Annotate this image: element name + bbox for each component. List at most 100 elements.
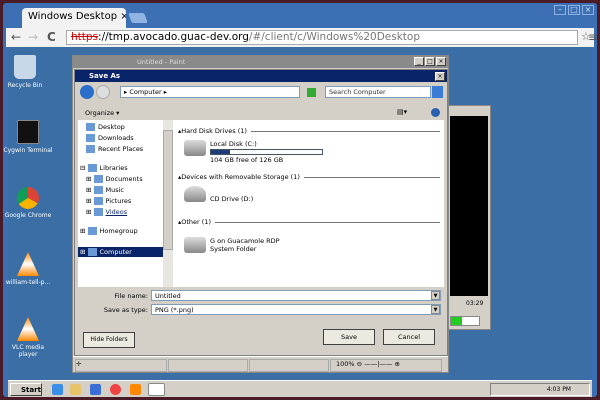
help-icon[interactable] — [431, 108, 440, 117]
back-icon[interactable] — [80, 85, 94, 99]
new-tab-button[interactable] — [128, 13, 148, 23]
sidebar-item-label: Homegroup — [99, 227, 138, 235]
sidebar-item-desktop[interactable]: Desktop — [86, 123, 125, 131]
menu-icon[interactable]: ≡ — [588, 30, 598, 44]
paint-status-bar: ✛ 100% ⊖ ——|—— ⊕ — [73, 356, 448, 373]
browser-toolbar: ← → C https://tmp.avocado.guac-dev.org/#… — [6, 28, 594, 47]
forward-icon[interactable] — [96, 85, 110, 99]
organize-button[interactable]: Organize ▾ — [85, 109, 119, 117]
folder-icon — [87, 248, 97, 256]
view-icon[interactable]: ▤▾ — [397, 108, 407, 116]
group-header[interactable]: ▴ Hard Disk Drives (1) — [178, 127, 440, 135]
sidebar-item-homegroup[interactable]: ⊞ Homegroup — [80, 227, 138, 235]
system-tray: 4:03 PM — [490, 383, 590, 396]
url-host: ://tmp.avocado.guac-dev.org — [98, 31, 249, 43]
zoom-level: 100% — [336, 360, 355, 368]
icon-label: Recycle Bin — [7, 82, 43, 89]
clock[interactable]: 4:03 PM — [547, 386, 571, 393]
back-button[interactable]: ← — [11, 30, 21, 44]
zoom-out-icon[interactable]: ⊖ — [357, 360, 362, 368]
search-placeholder: Search Computer — [329, 88, 386, 96]
tab-title: Windows Desktop — [28, 11, 118, 22]
minimize-button[interactable]: – — [554, 5, 566, 15]
maximize-button[interactable]: □ — [568, 5, 580, 15]
zoom-control: 100% ⊖ ——|—— ⊕ — [330, 359, 442, 372]
sidebar-item-downloads[interactable]: Downloads — [86, 134, 134, 142]
sidebar-item-label: Music — [105, 186, 125, 194]
paint-task-button[interactable] — [148, 383, 165, 396]
cancel-label: Cancel — [397, 333, 421, 341]
tab-close-icon[interactable]: × — [120, 11, 126, 22]
save-button[interactable]: Save — [323, 329, 375, 345]
forward-button[interactable]: → — [28, 30, 38, 44]
desktop-icon-vlc[interactable]: VLC media player — [3, 317, 53, 358]
window-controls: – □ × — [552, 5, 594, 15]
image-size — [249, 359, 329, 372]
media-player-icon[interactable] — [90, 384, 101, 395]
volume-bar[interactable] — [450, 316, 480, 326]
desktop-icon-recycle-bin[interactable]: Recycle Bin — [0, 55, 50, 89]
reload-button[interactable]: C — [47, 30, 56, 44]
start-button[interactable]: Start — [10, 383, 42, 396]
list-item-cd-drive[interactable]: CD Drive (D:) — [210, 195, 253, 203]
desktop-icon-william-tell[interactable]: william-tell-p... — [3, 252, 53, 286]
sidebar-item-label: Videos — [105, 208, 128, 216]
hard-disk-icon — [184, 140, 206, 156]
sidebar-item-pictures[interactable]: ⊞ Pictures — [86, 197, 131, 205]
refresh-icon[interactable] — [307, 88, 316, 97]
folder-icon — [87, 227, 97, 235]
desktop-icon-chrome[interactable]: Google Chrome — [3, 187, 53, 219]
paint-maximize[interactable]: □ — [425, 57, 435, 66]
tab-windows-desktop[interactable]: Windows Desktop × — [22, 8, 126, 28]
close-button[interactable]: × — [582, 5, 594, 15]
nav-scrollbar[interactable] — [163, 120, 173, 287]
file-name-input[interactable]: Untitled — [151, 290, 441, 301]
file-name-dropdown-icon[interactable]: ▼ — [431, 291, 440, 300]
zoom-slider[interactable]: ——|—— — [364, 360, 392, 368]
folder-icon — [93, 208, 103, 216]
sidebar-item-computer[interactable]: ⊞ Computer — [78, 247, 163, 257]
sidebar-item-documents[interactable]: ⊞ Documents — [86, 175, 143, 183]
media-time: 03:29 — [466, 300, 484, 307]
sidebar-item-videos[interactable]: ⊞ Videos — [86, 208, 127, 216]
list-item-local-disk[interactable]: Local Disk (C:) 104 GB free of 126 GB — [210, 140, 323, 164]
url-path: /#/client/c/Windows%20Desktop — [248, 31, 420, 43]
sidebar-item-libraries[interactable]: ⊟ Libraries — [80, 164, 128, 172]
group-header-text: Devices with Removable Storage (1) — [181, 173, 300, 181]
expand-icon[interactable]: ⊞ — [86, 197, 94, 205]
expand-icon[interactable]: ⊞ — [80, 248, 88, 256]
sidebar-item-recent places[interactable]: Recent Places — [86, 145, 143, 153]
breadcrumb[interactable]: ▸ Computer ▸ — [120, 86, 300, 98]
vlc-icon[interactable] — [130, 384, 141, 395]
hide-folders-button[interactable]: Hide Folders — [83, 332, 135, 348]
list-item-network-drive[interactable]: G on Guacamole RDP System Folder — [210, 237, 280, 253]
expand-icon[interactable]: ⊞ — [80, 227, 88, 235]
desktop-icon-cygwin[interactable]: Cygwin Terminal — [3, 120, 53, 154]
save-type-dropdown-icon[interactable]: ▼ — [431, 305, 440, 314]
search-icon[interactable] — [432, 86, 443, 98]
zoom-in-icon[interactable]: ⊕ — [394, 360, 399, 368]
expand-icon[interactable]: ⊟ — [80, 164, 88, 172]
paint-close[interactable]: × — [436, 57, 446, 66]
expand-icon[interactable]: ⊞ — [86, 186, 94, 194]
folder-icon — [93, 186, 103, 194]
ie-icon[interactable] — [52, 384, 63, 395]
navigation-pane: Desktop Downloads Recent Places ⊟ Libraries… — [78, 120, 174, 287]
sidebar-item-label: Computer — [99, 248, 132, 256]
save-type-select[interactable]: PNG (*.png) — [151, 304, 441, 315]
expand-icon[interactable]: ⊞ — [86, 208, 94, 216]
expand-icon[interactable]: ⊞ — [86, 175, 94, 183]
paint-minimize[interactable]: _ — [414, 57, 424, 66]
cancel-button[interactable]: Cancel — [383, 329, 435, 345]
dialog-close[interactable]: × — [435, 72, 445, 81]
explorer-icon[interactable] — [70, 384, 81, 395]
address-bar[interactable]: https://tmp.avocado.guac-dev.org/#/clien… — [66, 30, 578, 45]
chrome-icon[interactable] — [110, 384, 121, 395]
media-player-window[interactable]: 03:29 — [446, 105, 491, 330]
group-header[interactable]: ▴ Other (1) — [178, 218, 440, 226]
group-header[interactable]: ▴ Devices with Removable Storage (1) — [178, 173, 440, 181]
sidebar-item-label: Desktop — [98, 123, 125, 131]
sidebar-item-music[interactable]: ⊞ Music — [86, 186, 124, 194]
search-input[interactable]: Search Computer — [325, 86, 431, 98]
folder-icon — [86, 123, 95, 131]
